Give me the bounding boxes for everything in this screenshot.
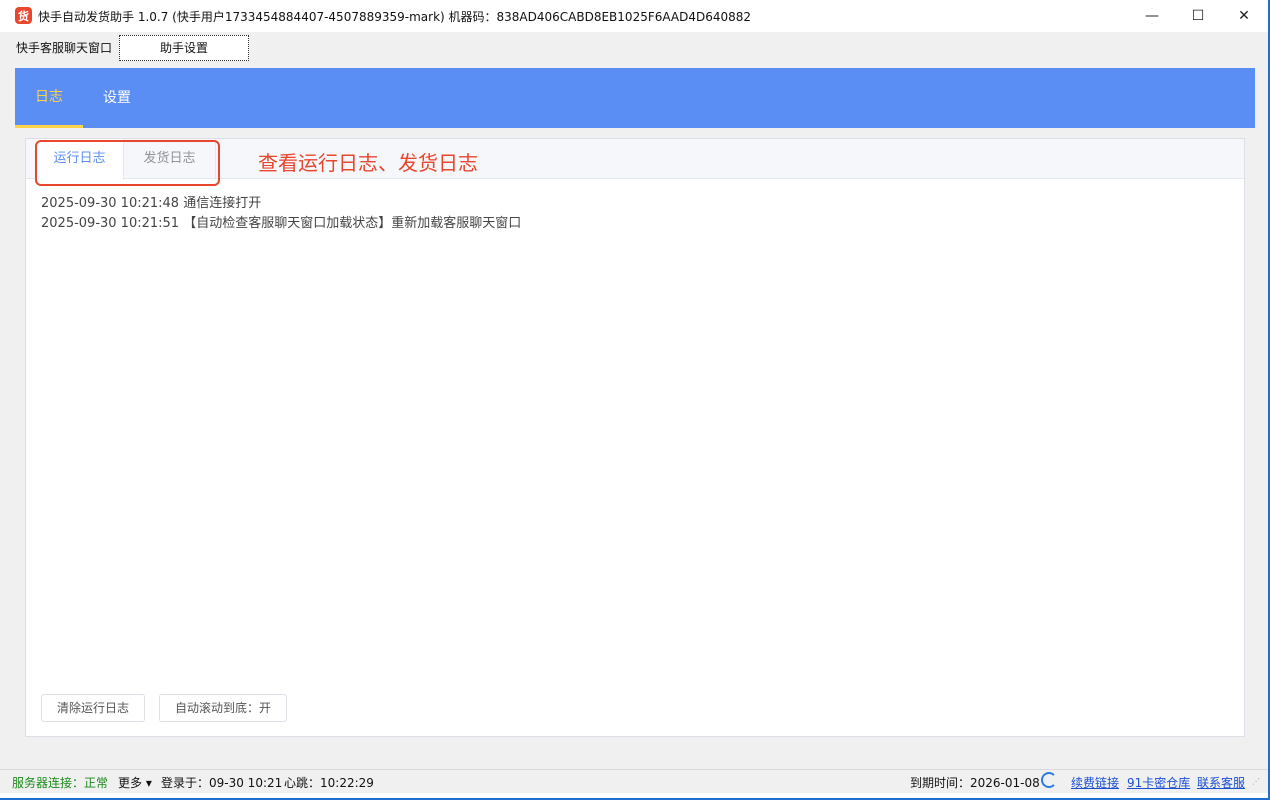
log-panel: 运行日志 发货日志 查看运行日志、发货日志 2025-09-30 10:21:4… [25, 138, 1245, 737]
app-icon: 货 [15, 7, 32, 24]
app-window: 货 快手自动发货助手 1.0.7 (快手用户1733454884407-4507… [0, 0, 1268, 798]
tab-chat-window[interactable]: 快手客服聊天窗口 [10, 36, 118, 60]
tab-assistant-settings[interactable]: 助手设置 [119, 35, 249, 61]
refresh-icon[interactable] [1041, 772, 1057, 788]
log-tabs: 运行日志 发货日志 查看运行日志、发货日志 [26, 139, 1244, 186]
window-title: 快手自动发货助手 1.0.7 (快手用户1733454884407-450788… [38, 10, 752, 24]
maximize-button[interactable]: ☐ [1175, 0, 1221, 32]
title-bar: 货 快手自动发货助手 1.0.7 (快手用户1733454884407-4507… [0, 0, 1268, 32]
highlight-box [35, 140, 220, 186]
autoscroll-toggle-button[interactable]: 自动滚动到底：开 [159, 694, 287, 722]
more-menu[interactable]: 更多 ▾ [118, 774, 152, 791]
login-time: 登录于：09-30 10:21 [161, 776, 283, 790]
server-connection-label: 服务器连接： [12, 776, 85, 790]
annotation-text: 查看运行日志、发货日志 [258, 151, 478, 175]
resize-grip-icon[interactable]: ⋰ [1252, 778, 1264, 791]
main-nav: 日志 设置 [15, 68, 1255, 128]
log-list: 2025-09-30 10:21:48 通信连接打开 2025-09-30 10… [41, 194, 1231, 234]
minimize-button[interactable]: — [1129, 0, 1175, 32]
status-bar: 服务器连接： 正常 更多 ▾ 登录于：09-30 10:21 心跳：10:22:… [0, 769, 1268, 793]
clear-log-button[interactable]: 清除运行日志 [41, 694, 145, 722]
renew-link[interactable]: 续费链接 [1071, 774, 1119, 791]
log-line: 2025-09-30 10:21:48 通信连接打开 [41, 196, 262, 211]
support-link[interactable]: 联系客服 [1197, 774, 1245, 791]
log-line: 2025-09-30 10:21:51 【自动检查客服聊天窗口加载状态】重新加载… [41, 216, 522, 231]
nav-log[interactable]: 日志 [15, 68, 83, 128]
heartbeat-time: 心跳：10:22:29 [284, 776, 374, 790]
card-store-link[interactable]: 91卡密仓库 [1127, 774, 1190, 791]
server-status: 正常 [84, 776, 109, 790]
close-button[interactable]: ✕ [1221, 0, 1267, 32]
expiry-date: 到期时间：2026-01-08 [910, 776, 1040, 790]
nav-settings[interactable]: 设置 [85, 68, 149, 128]
top-tab-strip: 快手客服聊天窗口 助手设置 [0, 32, 1268, 64]
